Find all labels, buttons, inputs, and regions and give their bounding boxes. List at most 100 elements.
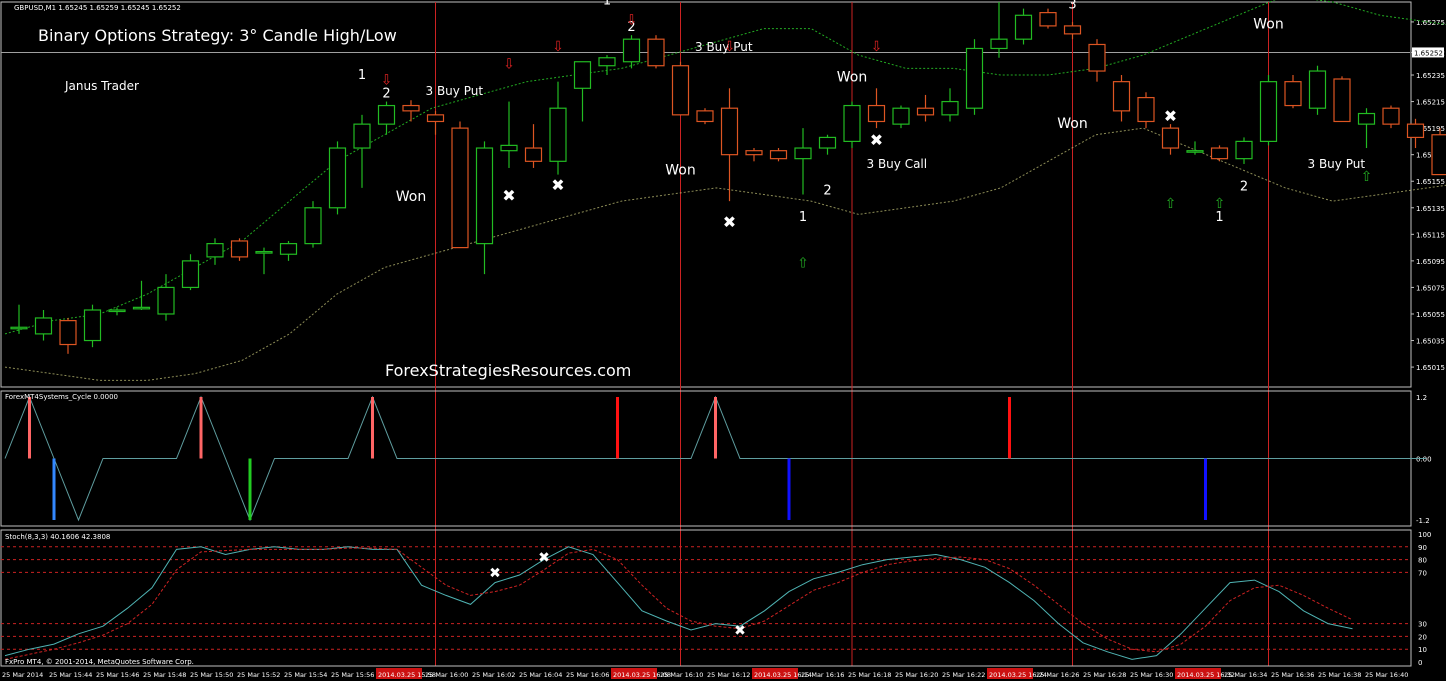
candle-count-label: 1 — [603, 0, 611, 9]
price-axis-label: 1.65235 — [1416, 72, 1445, 80]
price-pane-frame — [0, 1, 1412, 388]
time-axis-label: 25 Mar 15:56 — [331, 671, 374, 679]
stoch-axis-label: 20 — [1418, 633, 1427, 641]
cross-mark-icon: ✖ — [1164, 106, 1177, 125]
candle-body — [1284, 81, 1302, 107]
candle-body — [622, 38, 641, 63]
outcome-label: Won — [1253, 17, 1283, 33]
candle-count-label: 3 — [1068, 0, 1076, 13]
time-axis-label: 25 Mar 16:40 — [1365, 671, 1408, 679]
up-arrow-icon: ⇧ — [1214, 196, 1226, 212]
stoch-axis-label: 30 — [1418, 621, 1427, 629]
time-axis-label: 25 Mar 16:36 — [1271, 671, 1314, 679]
candle-body — [304, 207, 322, 245]
candle-body — [1406, 123, 1425, 139]
time-axis-label: 25 Mar 15:52 — [237, 671, 280, 679]
candle-body — [696, 110, 714, 123]
candle-body — [108, 309, 126, 313]
price-axis-label: 1.65095 — [1416, 258, 1445, 266]
up-arrow-icon: ⇧ — [1361, 169, 1373, 185]
cross-mark-icon: ✖ — [734, 623, 746, 639]
candle-count-label: 1 — [1215, 210, 1223, 225]
stoch-main-line — [4, 546, 1353, 660]
candle-body — [132, 306, 151, 310]
outcome-label: Won — [396, 189, 426, 205]
price-axis-label: 1.65115 — [1416, 231, 1445, 239]
down-arrow-icon: ⇩ — [626, 13, 638, 29]
price-axis-label: 1.65275 — [1416, 19, 1445, 27]
author-label: Janus Trader — [64, 79, 139, 93]
cycle-indicator-label: ForexMT4Systems_Cycle 0.0000 — [5, 393, 118, 401]
candle-body — [475, 147, 494, 245]
candle-body — [1357, 112, 1376, 125]
price-pane: 1.652951.652751.652521.652351.652151.651… — [0, 0, 1446, 666]
down-arrow-icon: ⇩ — [871, 39, 883, 55]
trading-chart: 1.652951.652751.652521.652351.652151.651… — [0, 0, 1446, 679]
candle-body — [59, 320, 77, 346]
time-axis-label: 25 Mar 16:20 — [895, 671, 938, 679]
stoch-axis-label: 80 — [1418, 557, 1427, 565]
outcome-label: Won — [837, 70, 867, 86]
candle-body — [1431, 134, 1446, 176]
cross-mark-icon: ✖ — [538, 550, 550, 566]
candle-body — [426, 114, 445, 123]
time-axis-label: 25 Mar 16:02 — [472, 671, 515, 679]
cycle-axis-label: 1.2 — [1416, 394, 1427, 402]
time-axis-label: 25 Mar 16:26 — [1036, 671, 1079, 679]
candle-body — [573, 61, 592, 89]
candle-body — [892, 107, 910, 125]
stoch-axis-label: 70 — [1418, 569, 1427, 577]
price-axis-label: 1.65075 — [1416, 284, 1445, 292]
down-arrow-icon: ⇩ — [381, 72, 393, 88]
signal-label: 3 Buy Put — [426, 84, 484, 98]
time-axis-label: 25 Mar 16:22 — [942, 671, 985, 679]
stoch-axis-label: 100 — [1418, 531, 1431, 539]
time-axis-label: 25 Mar 2014 — [2, 671, 43, 679]
time-axis-label: 25 Mar 16:30 — [1130, 671, 1173, 679]
time-axis-label: 25 Mar 16:12 — [707, 671, 750, 679]
candle-body — [500, 144, 518, 152]
candle-body — [549, 107, 567, 162]
candle-body — [598, 57, 616, 67]
time-axis: 25 Mar 2014 25 Mar 15:44 25 Mar 15:46 25 Ma… — [2, 668, 1408, 679]
stoch-axis-label: 10 — [1418, 646, 1427, 654]
time-axis-label: 25 Mar 16:04 — [519, 671, 562, 679]
candle-count-label: 2 — [1240, 180, 1248, 195]
candle-body — [941, 100, 959, 116]
candle-body — [1063, 25, 1082, 35]
cross-mark-icon: ✖ — [551, 176, 564, 195]
signal-label: 3 Buy Put — [1308, 157, 1366, 171]
time-axis-label: 25 Mar 15:50 — [190, 671, 233, 679]
down-arrow-icon: ⇩ — [503, 56, 515, 72]
time-axis-label: 25 Mar 16:18 — [848, 671, 891, 679]
time-axis-label: 25 Mar 16:34 — [1224, 671, 1267, 679]
candle-body — [1333, 78, 1351, 123]
candle-body — [1259, 81, 1278, 142]
price-axis-label: 1.65035 — [1416, 338, 1445, 346]
up-arrow-icon: ⇧ — [1165, 196, 1177, 212]
candle-body — [402, 104, 420, 112]
cycle-axis-label: -1.2 — [1416, 517, 1430, 525]
candle-count-label: 1 — [358, 68, 366, 83]
candle-body — [377, 104, 396, 125]
outcome-label: Won — [665, 163, 695, 179]
time-axis-label: 25 Mar 16:38 — [1318, 671, 1361, 679]
candle-body — [328, 147, 347, 209]
candle-body — [1186, 150, 1204, 153]
outcome-label: Won — [1057, 116, 1087, 132]
up-arrow-icon: ⇧ — [797, 256, 809, 272]
stoch-axis-label: 0 — [1418, 659, 1422, 667]
candle-count-label: 2 — [823, 184, 831, 199]
candle-count-label: 1 — [799, 210, 807, 225]
candle-body — [1039, 12, 1057, 27]
candle-body — [1112, 81, 1131, 112]
copyright-label: FxPro MT4, © 2001-2014, MetaQuotes Softw… — [5, 658, 194, 666]
candle-body — [671, 65, 690, 116]
time-axis-label: 25 Mar 16:28 — [1083, 671, 1126, 679]
candle-body — [83, 309, 102, 342]
candle-body — [965, 47, 984, 109]
signal-label: 3 Buy Call — [867, 157, 928, 171]
price-axis-label: 1.65015 — [1416, 364, 1445, 372]
price-axis-label: 1.65155 — [1416, 178, 1445, 186]
cross-mark-icon: ✖ — [870, 130, 883, 149]
